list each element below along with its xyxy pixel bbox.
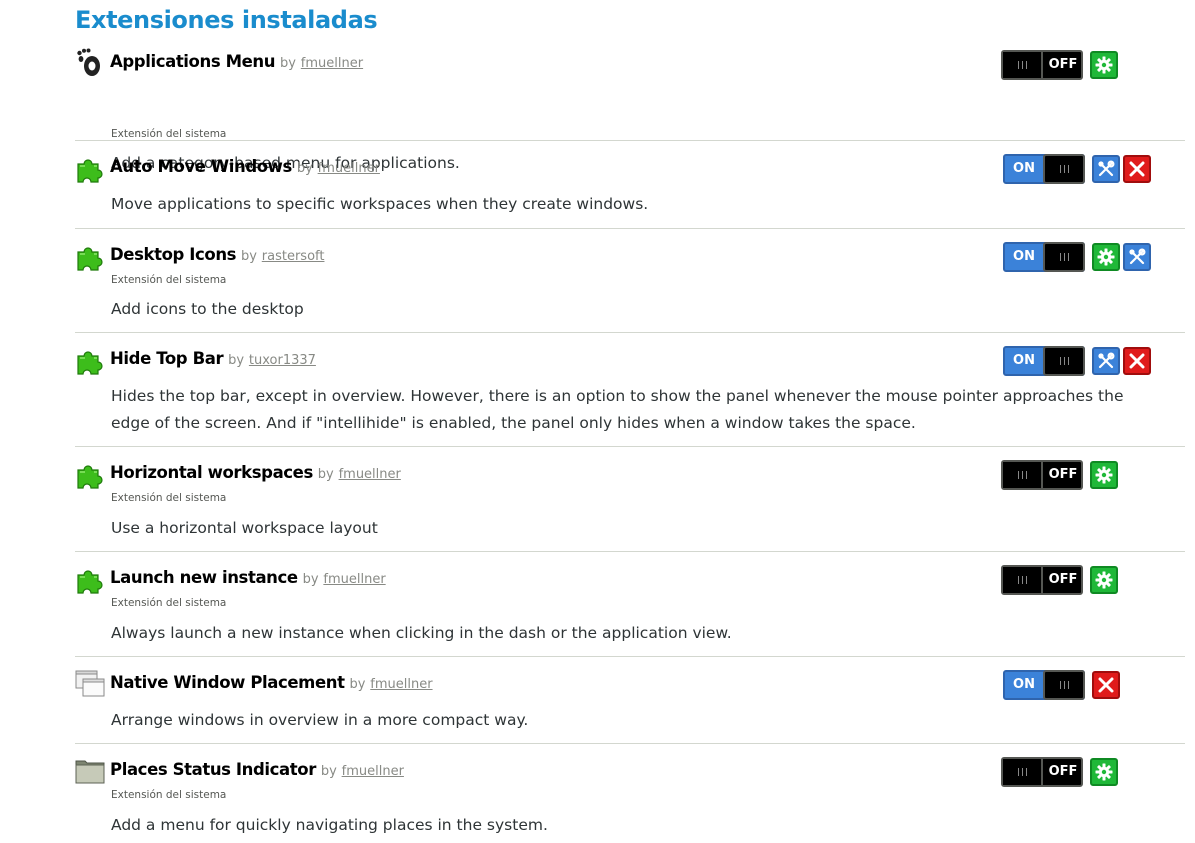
tools-button[interactable]: [1092, 347, 1120, 375]
switch-knob: [1003, 52, 1043, 78]
tools-icon: [1125, 245, 1149, 269]
extension-description: Add icons to the desktop: [111, 300, 304, 318]
enable-switch[interactable]: ON: [1003, 670, 1085, 700]
extension-row: Auto Move Windows by fmuellner Move appli…: [75, 151, 1185, 229]
remove-button[interactable]: [1123, 347, 1151, 375]
extension-controls: OFF: [75, 50, 1185, 80]
switch-knob: [1003, 462, 1043, 488]
switch-state-label: OFF: [1048, 572, 1078, 587]
switch-state-label: ON: [1013, 353, 1035, 368]
enable-switch[interactable]: ON: [1003, 346, 1085, 376]
grip-icon: [1060, 357, 1069, 365]
extension-controls: ON: [75, 346, 1185, 376]
switch-state-label: ON: [1013, 677, 1035, 692]
preferences-button[interactable]: [1090, 461, 1118, 489]
switch-knob: [1043, 346, 1085, 376]
tools-button[interactable]: [1123, 243, 1151, 271]
tools-icon: [1094, 349, 1118, 373]
grip-icon: [1060, 681, 1069, 689]
switch-state-label: OFF: [1048, 57, 1078, 72]
enable-switch[interactable]: OFF: [1001, 565, 1083, 595]
extension-row: Applications Menu by fmuellner Extensión …: [75, 46, 1185, 172]
grip-icon: [1018, 61, 1027, 69]
switch-state-label: OFF: [1048, 467, 1078, 482]
switch-knob: [1043, 154, 1085, 184]
gear-icon: [1094, 245, 1118, 269]
enable-switch[interactable]: ON: [1003, 154, 1085, 184]
extension-row: Desktop Icons by rastersoft Extensión del…: [75, 239, 1185, 333]
switch-state-label: OFF: [1048, 764, 1078, 779]
system-extension-label: Extensión del sistema: [111, 597, 227, 609]
enable-switch[interactable]: OFF: [1001, 460, 1083, 490]
extension-description: Always launch a new instance when clicki…: [111, 624, 732, 642]
enable-switch[interactable]: OFF: [1001, 757, 1083, 787]
tools-button[interactable]: [1092, 155, 1120, 183]
preferences-button[interactable]: [1090, 51, 1118, 79]
gear-icon: [1092, 53, 1116, 77]
enable-switch[interactable]: OFF: [1001, 50, 1083, 80]
preferences-button[interactable]: [1090, 566, 1118, 594]
extension-controls: OFF: [75, 460, 1185, 490]
page-title: Extensiones instaladas: [75, 6, 378, 34]
extension-description: Add a menu for quickly navigating places…: [111, 816, 548, 834]
tools-icon: [1094, 157, 1118, 181]
enable-switch[interactable]: ON: [1003, 242, 1085, 272]
extension-row: Places Status Indicator by fmuellner Exte…: [75, 754, 1185, 843]
switch-state-label: ON: [1013, 161, 1035, 176]
grip-icon: [1060, 253, 1069, 261]
gear-icon: [1092, 760, 1116, 784]
preferences-button[interactable]: [1092, 243, 1120, 271]
extension-controls: OFF: [75, 757, 1185, 787]
extension-row: Native Window Placement by fmuellner Arra…: [75, 667, 1185, 744]
extension-description: Move applications to specific workspaces…: [111, 195, 649, 213]
extension-controls: ON: [75, 242, 1185, 272]
grip-icon: [1018, 471, 1027, 479]
close-icon: [1125, 157, 1149, 181]
extension-row: Launch new instance by fmuellner Extensió…: [75, 562, 1185, 657]
extension-row: Horizontal workspaces by fmuellner Extens…: [75, 457, 1185, 552]
switch-state-label: ON: [1013, 249, 1035, 264]
switch-knob: [1003, 759, 1043, 785]
extension-controls: ON: [75, 154, 1185, 184]
remove-button[interactable]: [1092, 671, 1120, 699]
switch-knob: [1043, 670, 1085, 700]
grip-icon: [1018, 768, 1027, 776]
extension-row: Hide Top Bar by tuxor1337 Hides the top b…: [75, 343, 1185, 447]
switch-knob: [1043, 242, 1085, 272]
gear-icon: [1092, 568, 1116, 592]
extension-description: Hides the top bar, except in overview. H…: [111, 387, 1124, 432]
grip-icon: [1060, 165, 1069, 173]
system-extension-label: Extensión del sistema: [111, 128, 227, 140]
extension-description: Use a horizontal workspace layout: [111, 519, 378, 537]
grip-icon: [1018, 576, 1027, 584]
system-extension-label: Extensión del sistema: [111, 789, 227, 801]
extension-description: Arrange windows in overview in a more co…: [111, 711, 529, 729]
switch-knob: [1003, 567, 1043, 593]
gear-icon: [1092, 463, 1116, 487]
extension-controls: ON: [75, 670, 1185, 700]
system-extension-label: Extensión del sistema: [111, 274, 227, 286]
close-icon: [1125, 349, 1149, 373]
remove-button[interactable]: [1123, 155, 1151, 183]
extension-controls: OFF: [75, 565, 1185, 595]
close-icon: [1094, 673, 1118, 697]
system-extension-label: Extensión del sistema: [111, 492, 227, 504]
preferences-button[interactable]: [1090, 758, 1118, 786]
